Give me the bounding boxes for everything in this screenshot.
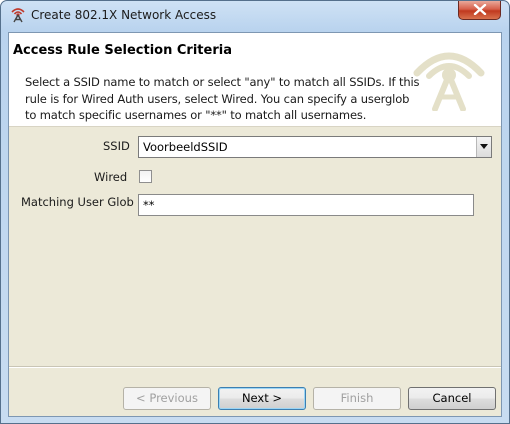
glob-label: Matching User Glob (21, 195, 134, 209)
wired-checkbox[interactable] (139, 170, 152, 183)
chevron-down-icon (480, 144, 488, 149)
previous-button[interactable]: < Previous (123, 387, 211, 410)
next-button[interactable]: Next > (218, 387, 306, 410)
footer-divider (9, 366, 501, 368)
finish-button[interactable]: Finish (313, 387, 401, 410)
wireless-tower-icon (413, 52, 485, 111)
wired-label: Wired (94, 170, 128, 184)
dialog-client-area: Access Rule Selection Criteria Select a … (8, 32, 502, 417)
wizard-header: Access Rule Selection Criteria Select a … (9, 33, 501, 127)
dialog-window: Create 802.1X Network Access Access Rule… (0, 0, 510, 424)
window-title: Create 802.1X Network Access (31, 8, 217, 22)
ssid-dropdown-button[interactable] (476, 137, 491, 157)
title-bar[interactable]: Create 802.1X Network Access (1, 1, 509, 31)
user-glob-input[interactable] (138, 194, 474, 216)
page-description: Select a SSID name to match or select "a… (25, 75, 420, 122)
ssid-label: SSID (103, 139, 130, 153)
wifi-antenna-icon (10, 7, 26, 23)
close-icon (473, 4, 487, 15)
cancel-button[interactable]: Cancel (408, 387, 496, 410)
ssid-selected-value: VoorbeeldSSID (143, 140, 228, 154)
close-button[interactable] (458, 1, 501, 20)
ssid-select[interactable]: VoorbeeldSSID (138, 136, 492, 158)
page-title: Access Rule Selection Criteria (13, 43, 232, 58)
